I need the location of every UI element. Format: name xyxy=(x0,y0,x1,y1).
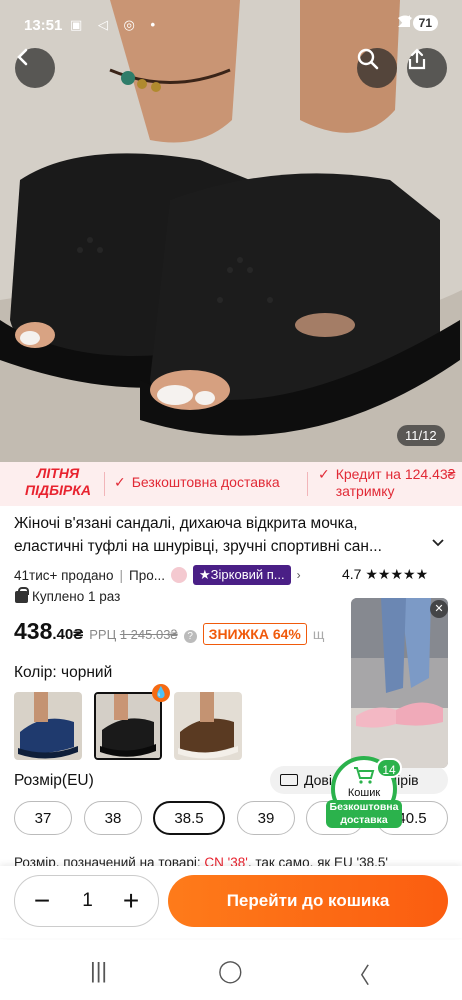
status-time: 13:51 xyxy=(24,17,63,34)
search-button[interactable] xyxy=(357,48,397,88)
summer-collection-badge: ЛІТНЯ ПІДБІРКА xyxy=(25,465,91,498)
divider: | xyxy=(119,567,124,583)
size-option-37[interactable]: 37 xyxy=(14,801,72,835)
size-label: Розмір(EU) xyxy=(14,772,94,789)
system-nav-bar: ||| ◯ 〈 xyxy=(0,940,462,1000)
recent-apps-icon[interactable]: ||| xyxy=(90,958,107,984)
chevron-left-icon xyxy=(17,48,28,66)
status-bar: 13:51 ▣ ◁ ◎ • 71 xyxy=(0,0,462,52)
promo-credit: ✓ Кредит на 124.43₴ затримку xyxy=(318,466,455,500)
chevron-right-icon: › xyxy=(296,568,301,582)
price-integer: 438 xyxy=(14,618,53,644)
brand-link[interactable]: Про... xyxy=(129,568,165,583)
rrp-price: РРЦ 1 245.03₴ xyxy=(89,627,177,642)
chevron-down-icon[interactable] xyxy=(431,535,445,551)
promo-free-shipping: ✓ Безкоштовна доставка xyxy=(114,474,280,491)
bought-info: Куплено 1 раз xyxy=(15,586,121,604)
size-label-38: 38 xyxy=(104,809,122,827)
back-button[interactable] xyxy=(15,48,55,88)
back-nav-icon[interactable]: 〈 xyxy=(348,958,370,990)
quantity-stepper: − 1 + xyxy=(14,875,159,927)
product-title[interactable]: Жіночі в'язані сандалі, дихаюча відкрита… xyxy=(14,512,422,558)
search-icon xyxy=(357,48,379,70)
status-right: 71 xyxy=(397,15,438,31)
bottom-action-bar: − 1 + Перейти до кошика xyxy=(0,866,462,938)
size-option-39[interactable]: 39 xyxy=(237,801,295,835)
share-icon xyxy=(408,48,426,70)
rating[interactable]: 4.7 ★★★★★ xyxy=(342,566,428,583)
price-cents: .40₴ xyxy=(52,626,84,643)
color-label: Колір: чорний xyxy=(14,664,113,681)
cart-count-badge: 14 xyxy=(376,758,402,778)
shopping-bag-icon xyxy=(15,586,29,603)
flame-icon: 💧 xyxy=(152,684,170,702)
check-icon: ✓ xyxy=(318,466,330,482)
brand-logo-icon xyxy=(171,567,188,583)
size-label-37: 37 xyxy=(34,809,52,827)
color-option-brown[interactable] xyxy=(174,692,242,760)
promo-strip[interactable]: ЛІТНЯ ПІДБІРКА ✓ Безкоштовна доставка ✓ … xyxy=(0,462,462,506)
promo-divider xyxy=(307,472,308,496)
color-option-black[interactable] xyxy=(94,692,162,760)
price-main: 438.40₴ xyxy=(14,618,83,645)
battery-indicator: 71 xyxy=(412,15,438,31)
discount-badge: ЗНИЖКА 64% xyxy=(202,623,307,645)
go-to-cart-button[interactable]: Перейти до кошика xyxy=(168,875,448,927)
bought-text: Куплено 1 раз xyxy=(32,589,121,604)
close-video-icon[interactable]: ✕ xyxy=(430,600,448,618)
size-label-38-5: 38.5 xyxy=(174,809,204,827)
check-icon: ✓ xyxy=(114,474,126,490)
rrp-label: РРЦ xyxy=(89,627,117,642)
star-store-badge[interactable]: ★Зірковий п... xyxy=(193,565,291,585)
product-image-gallery[interactable]: 13:51 ▣ ◁ ◎ • 71 11/12 xyxy=(0,0,462,462)
home-icon[interactable]: ◯ xyxy=(218,958,243,984)
image-counter: 11/12 xyxy=(397,425,445,446)
cart-label: Кошик xyxy=(347,787,381,799)
floating-video[interactable] xyxy=(351,598,448,768)
promo-credit-text: Кредит на 124.43₴ затримку xyxy=(336,466,456,500)
ruler-icon xyxy=(280,774,298,786)
info-icon[interactable]: ? xyxy=(183,630,197,643)
truncated-text: щ xyxy=(312,626,325,642)
promo-credit-line1: Кредит на 124.43₴ xyxy=(335,466,456,482)
price-row: 438.40₴ РРЦ 1 245.03₴ ? ЗНИЖКА 64% щ xyxy=(14,618,324,645)
promo-free-shipping-text: Безкоштовна доставка xyxy=(131,474,280,490)
size-option-38-5[interactable]: 38.5 xyxy=(153,801,225,835)
size-label-39: 39 xyxy=(257,809,275,827)
rating-value: 4.7 xyxy=(342,566,362,582)
rrp-value: 1 245.03₴ xyxy=(119,627,178,642)
free-shipping-pill: Безкоштовна доставка xyxy=(326,800,402,828)
quantity-increase-button[interactable]: + xyxy=(116,887,146,917)
size-option-38[interactable]: 38 xyxy=(84,801,142,835)
rating-stars-icon: ★★★★★ xyxy=(365,566,429,582)
status-notification-icons: ▣ ◁ ◎ • xyxy=(70,17,162,32)
color-option-blue[interactable] xyxy=(14,692,82,760)
promo-credit-line2: затримку xyxy=(335,483,395,499)
share-button[interactable] xyxy=(407,48,447,88)
promo-divider xyxy=(104,472,105,496)
sold-count: 41тис+ продано xyxy=(14,567,114,583)
